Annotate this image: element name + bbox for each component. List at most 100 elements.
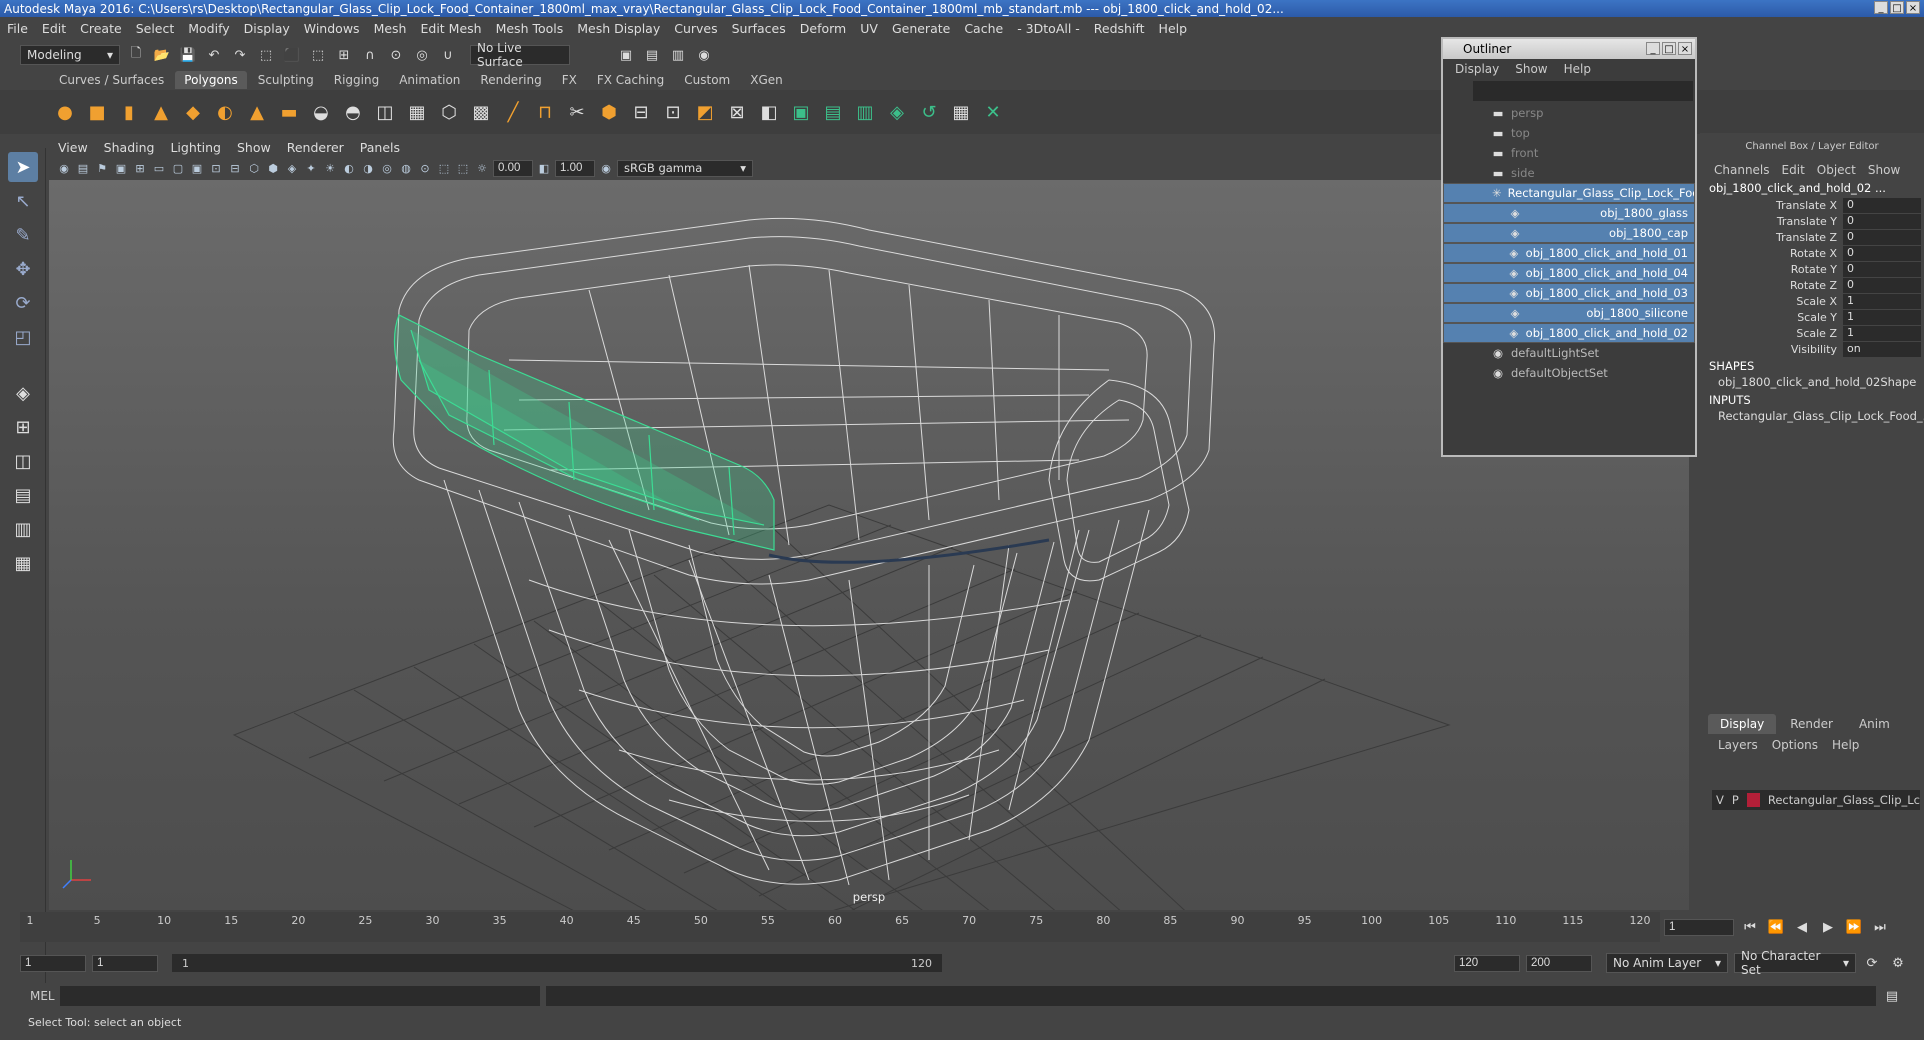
uv-cylindrical-icon[interactable]: ▤	[820, 99, 846, 125]
film-gate-icon[interactable]: ▭	[151, 160, 167, 176]
menu-generate[interactable]: Generate	[885, 21, 957, 36]
maximize-button[interactable]: □	[1890, 1, 1904, 14]
menu-redshift[interactable]: Redshift	[1087, 21, 1152, 36]
channel-menu-edit[interactable]: Edit	[1782, 163, 1805, 177]
render-frame-icon[interactable]: ▣	[616, 45, 636, 65]
four-pane-icon[interactable]: ⊞	[8, 412, 38, 442]
snap-point-icon[interactable]: ⊙	[386, 45, 406, 65]
attribute-value[interactable]: 0	[1843, 277, 1921, 293]
collapse-icon[interactable]: ⊠	[724, 99, 750, 125]
attribute-row[interactable]: Scale Z 1	[1700, 325, 1924, 341]
smooth-icon[interactable]: ▦	[404, 99, 430, 125]
outliner-item[interactable]: ◈ obj_1800_click_and_hold_01	[1443, 243, 1695, 263]
rotate-tool-icon[interactable]: ⟳	[8, 288, 38, 318]
graph-pane-icon[interactable]: ▥	[8, 514, 38, 544]
shadows-icon[interactable]: ◐	[341, 160, 357, 176]
uv-layout-icon[interactable]: ▦	[948, 99, 974, 125]
layer-row[interactable]: V P Rectangular_Glass_Clip_Lc	[1712, 790, 1920, 810]
channel-menu-show[interactable]: Show	[1868, 163, 1900, 177]
bookmark-icon[interactable]: ⚑	[94, 160, 110, 176]
outliner-menu-help[interactable]: Help	[1556, 62, 1599, 76]
resolution-gate-icon[interactable]: ▢	[170, 160, 186, 176]
cube-icon[interactable]: ■	[84, 99, 110, 125]
channel-menu-channels[interactable]: Channels	[1714, 163, 1770, 177]
gamma-icon[interactable]: ◧	[536, 160, 552, 176]
attribute-row[interactable]: Translate X 0	[1700, 197, 1924, 213]
attribute-row[interactable]: Rotate Y 0	[1700, 261, 1924, 277]
move-tool-icon[interactable]: ✥	[8, 254, 38, 284]
anim-layer-dropdown[interactable]: No Anim Layer ▾	[1606, 953, 1728, 973]
textured-icon[interactable]: ✦	[303, 160, 319, 176]
gate-mask-icon[interactable]: ▣	[189, 160, 205, 176]
camera-attributes-icon[interactable]: ▤	[75, 160, 91, 176]
shelf-tab-fx[interactable]: FX	[553, 71, 586, 89]
range-bar[interactable]: 1 120	[172, 954, 942, 972]
attribute-value[interactable]: 0	[1843, 213, 1921, 229]
menu-modify[interactable]: Modify	[181, 21, 236, 36]
attribute-value[interactable]: on	[1843, 341, 1921, 357]
play-back-icon[interactable]: ◀	[1792, 917, 1812, 937]
menu-display[interactable]: Display	[237, 21, 297, 36]
shape-node[interactable]: obj_1800_click_and_hold_02Shape	[1700, 375, 1924, 391]
attribute-value[interactable]: 1	[1843, 325, 1921, 341]
edge-loop-icon[interactable]: ⊟	[628, 99, 654, 125]
go-to-start-icon[interactable]: ⏮	[1740, 917, 1760, 937]
redo-icon[interactable]: ↷	[230, 45, 250, 65]
grid-icon[interactable]: ⊞	[132, 160, 148, 176]
color-space-dropdown[interactable]: sRGB gamma ▾	[617, 159, 753, 177]
scale-tool-icon[interactable]: ◰	[8, 322, 38, 352]
extract-icon[interactable]: ◫	[372, 99, 398, 125]
hypershade-icon[interactable]: ◉	[694, 45, 714, 65]
antialias-icon[interactable]: ◍	[398, 160, 414, 176]
step-back-icon[interactable]: ⏪	[1766, 917, 1786, 937]
menu-surfaces[interactable]: Surfaces	[725, 21, 793, 36]
menu-mesh[interactable]: Mesh	[367, 21, 414, 36]
auto-key-icon[interactable]: ⟳	[1862, 953, 1882, 973]
outliner-search-field[interactable]	[1473, 81, 1693, 101]
outliner-item[interactable]: ▬ top	[1443, 123, 1695, 143]
layer-color-swatch[interactable]	[1746, 793, 1760, 807]
play-forward-icon[interactable]: ▶	[1818, 917, 1838, 937]
menu-help[interactable]: Help	[1152, 21, 1195, 36]
viewport-menu-view[interactable]: View	[50, 140, 96, 155]
multi-cut-icon[interactable]: ✂	[564, 99, 590, 125]
layer-name[interactable]: Rectangular_Glass_Clip_Lc	[1768, 793, 1920, 807]
lasso-tool-icon[interactable]: ↖	[8, 186, 38, 216]
select-component-icon[interactable]: ⬚	[308, 45, 328, 65]
menu-curves[interactable]: Curves	[667, 21, 724, 36]
attribute-row[interactable]: Scale Y 1	[1700, 309, 1924, 325]
viewport-menu-renderer[interactable]: Renderer	[279, 140, 352, 155]
layer-tab-render[interactable]: Render	[1778, 714, 1845, 734]
exposure-field[interactable]	[493, 159, 533, 177]
target-weld-icon[interactable]: ◩	[692, 99, 718, 125]
menu-create[interactable]: Create	[73, 21, 129, 36]
open-scene-icon[interactable]: 📂	[152, 45, 172, 65]
menu-cache[interactable]: Cache	[957, 21, 1010, 36]
separate-icon[interactable]: ◓	[340, 99, 366, 125]
render-ipr-icon[interactable]: ▤	[642, 45, 662, 65]
layer-tab-display[interactable]: Display	[1708, 714, 1777, 734]
cylinder-icon[interactable]: ▮	[116, 99, 142, 125]
insert-loop-icon[interactable]: ⊡	[660, 99, 686, 125]
viewport-menu-show[interactable]: Show	[229, 140, 279, 155]
wireframe-icon[interactable]: ⬡	[246, 160, 262, 176]
attribute-value[interactable]: 1	[1843, 309, 1921, 325]
menu-windows[interactable]: Windows	[297, 21, 367, 36]
pipe-icon[interactable]: ▬	[276, 99, 302, 125]
menu-3dtoall[interactable]: - 3DtoAll -	[1010, 21, 1087, 36]
attribute-value[interactable]: 0	[1843, 229, 1921, 245]
time-slider[interactable]: 1 5 10 15 20 25 30 35 40 45 50 55 60 65 70 75 80 85 90 95 10…	[20, 912, 1660, 942]
image-plane-icon[interactable]: ▣	[113, 160, 129, 176]
outliner-item[interactable]: ▬ persp	[1443, 103, 1695, 123]
menu-deform[interactable]: Deform	[793, 21, 853, 36]
outliner-item[interactable]: ◉ defaultObjectSet	[1443, 363, 1695, 383]
color-management-icon[interactable]: ◉	[598, 160, 614, 176]
attribute-row[interactable]: Translate Y 0	[1700, 213, 1924, 229]
outliner-pane-icon[interactable]: ▤	[8, 480, 38, 510]
menu-edit-mesh[interactable]: Edit Mesh	[413, 21, 488, 36]
viewport-menu-lighting[interactable]: Lighting	[162, 140, 229, 155]
save-scene-icon[interactable]: 💾	[178, 45, 198, 65]
select-object-icon[interactable]: ⬛	[282, 45, 302, 65]
attribute-row[interactable]: Scale X 1	[1700, 293, 1924, 309]
input-node[interactable]: Rectangular_Glass_Clip_Lock_Food_...	[1700, 409, 1924, 425]
